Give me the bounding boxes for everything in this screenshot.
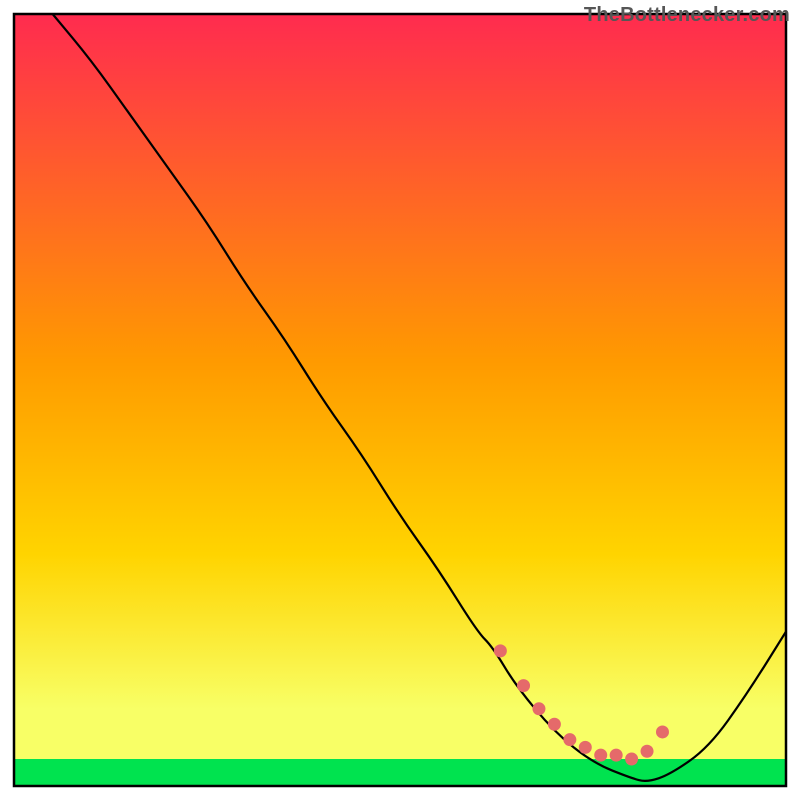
- bottom-marker-dot: [625, 752, 638, 765]
- bottom-marker-dot: [548, 718, 561, 731]
- bottom-marker-dot: [610, 749, 623, 762]
- bottom-marker-dot: [517, 679, 530, 692]
- bottom-marker-dot: [494, 644, 507, 657]
- bottom-marker-dot: [594, 749, 607, 762]
- bottom-marker-dot: [656, 725, 669, 738]
- watermark-text: TheBottlenecker.com: [584, 4, 790, 27]
- bottom-marker-dot: [563, 733, 576, 746]
- bottom-marker-dot: [641, 745, 654, 758]
- bottom-marker-dot: [532, 702, 545, 715]
- gradient-background: [14, 14, 786, 786]
- bottleneck-chart: [0, 0, 800, 800]
- bottom-marker-dot: [579, 741, 592, 754]
